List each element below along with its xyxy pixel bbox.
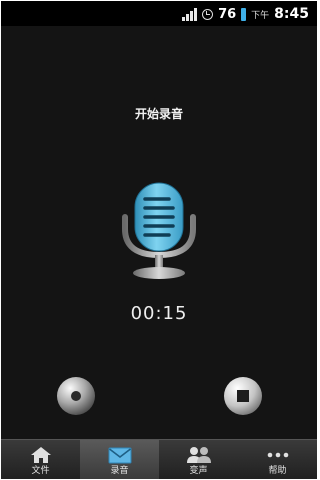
tab-label: 变声 [189,466,208,476]
tab-label: 帮助 [268,466,287,476]
am-pm-label: 下午 [251,10,270,21]
more-dots-icon [267,444,289,466]
status-bar: 76 下午 8:45 [1,1,317,26]
tab-voice-change[interactable]: 变声 [159,440,238,479]
tab-help[interactable]: 帮助 [238,440,317,479]
people-icon [186,444,212,466]
battery-icon [241,7,247,21]
bottom-tab-bar: 文件 录音 变声 帮助 [1,439,317,479]
home-icon [30,444,52,466]
tab-files[interactable]: 文件 [1,440,80,479]
record-disc-icon [57,377,95,415]
microphone-icon [109,177,209,286]
status-bar-right: 76 下午 8:45 [182,5,309,23]
tab-label: 文件 [31,466,50,476]
stop-button[interactable] [223,376,263,416]
battery-level: 76 [218,6,237,22]
record-button[interactable] [56,376,96,416]
tab-record[interactable]: 录音 [80,440,159,479]
signal-icon [182,7,198,21]
status-clock: 8:45 [274,6,309,22]
phone-frame: 76 下午 8:45 开始录音 00:15 文件 录音 变声 帮助 [0,0,320,480]
app-screen: 76 下午 8:45 开始录音 00:15 文件 录音 变声 帮助 [1,1,317,479]
alarm-icon [202,8,214,20]
tab-label: 录音 [110,466,129,476]
stop-icon [224,377,262,415]
record-title: 开始录音 [134,107,183,121]
recording-timer: 00:15 [130,303,188,324]
envelope-icon [108,444,132,466]
